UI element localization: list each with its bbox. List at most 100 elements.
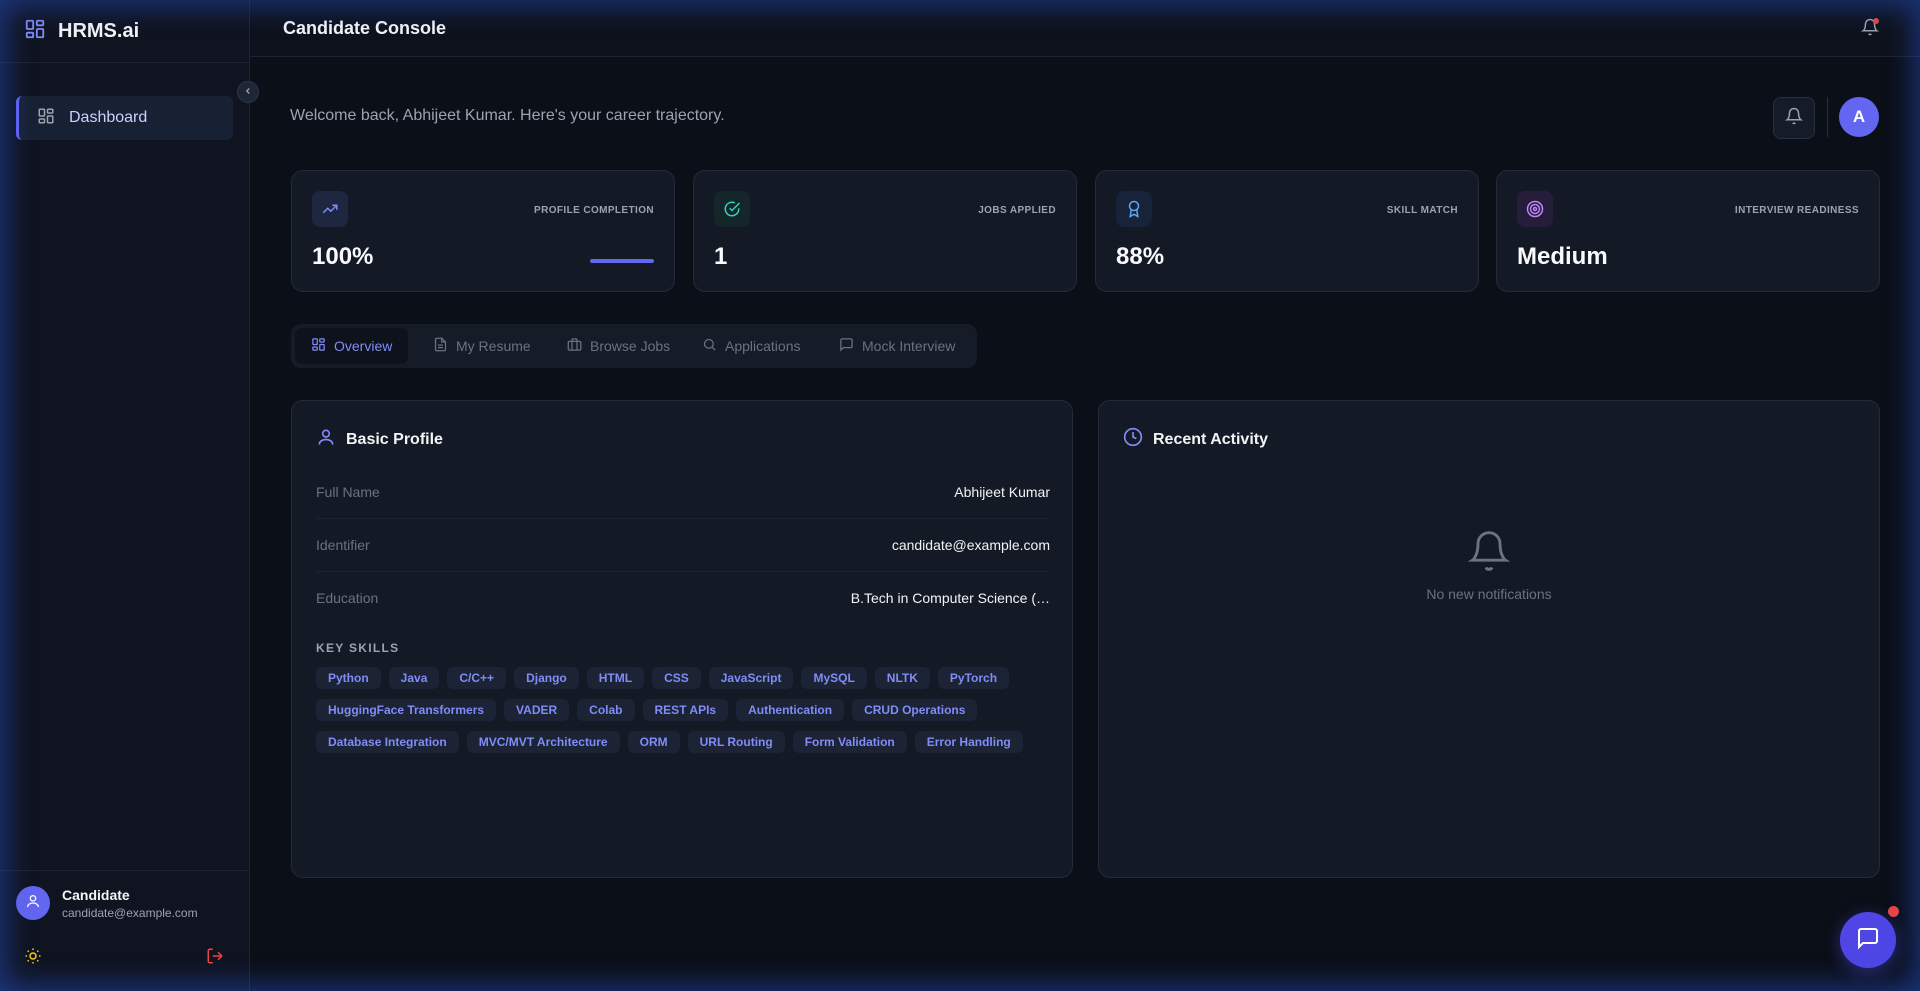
collapse-sidebar-button[interactable] (237, 81, 259, 103)
skill-chip: Django (514, 667, 579, 689)
stat-card-jobs-applied: JOBS APPLIED 1 (693, 170, 1077, 292)
chat-button[interactable] (1840, 906, 1899, 968)
field-value: B.Tech in Computer Science (… (850, 590, 1050, 606)
sun-icon[interactable] (24, 947, 42, 970)
briefcase-icon (567, 337, 582, 355)
field-education: Education B.Tech in Computer Science (… (316, 572, 1050, 624)
skill-chip: C/C++ (447, 667, 507, 689)
stat-value: Medium (1517, 243, 1608, 270)
grid-icon (311, 337, 326, 355)
tab-label: Mock Interview (862, 338, 956, 354)
skills-list: Python Java C/C++ Django HTML CSS JavaScript My… (316, 667, 1056, 753)
stat-value: 100% (312, 243, 374, 270)
stat-label: PROFILE COMPLETION (534, 205, 654, 216)
profile-progress-bar (590, 259, 654, 263)
tab-mock-interview[interactable]: Mock Interview (823, 328, 971, 364)
panel-title-text: Basic Profile (346, 430, 443, 448)
brand[interactable]: HRMS.ai (0, 0, 249, 63)
chevron-left-icon (243, 83, 253, 101)
skill-chip: ORM (627, 731, 680, 753)
skill-chip: JavaScript (708, 667, 794, 689)
field-full-name: Full Name Abhijeet Kumar (316, 466, 1050, 519)
page-title: Candidate Console (283, 18, 447, 38)
notifications-bell-icon[interactable] (1860, 18, 1880, 41)
brand-name: HRMS.ai (58, 19, 140, 42)
field-label: Full Name (316, 484, 380, 500)
target-icon (1517, 191, 1553, 227)
trending-up-icon (312, 191, 348, 227)
avatar (16, 886, 50, 920)
bell-icon (1467, 531, 1511, 577)
tab-overview[interactable]: Overview (295, 328, 409, 364)
skill-chip: HTML (586, 667, 645, 689)
recent-activity-panel: Recent Activity No new notifications (1098, 400, 1880, 878)
basic-profile-panel: Basic Profile Full Name Abhijeet Kumar I… (291, 400, 1073, 878)
stat-card-skill-match: SKILL MATCH 88% (1095, 170, 1479, 292)
grid-logo-icon (24, 18, 46, 45)
tab-applications[interactable]: Applications (686, 328, 817, 364)
field-label: Identifier (316, 537, 370, 553)
user-profile[interactable]: Candidate candidate@example.com (16, 886, 198, 920)
profile-progress-fill (590, 259, 654, 263)
field-identifier: Identifier candidate@example.com (316, 519, 1050, 572)
sidebar-item-label: Dashboard (69, 109, 148, 126)
user-email: candidate@example.com (62, 905, 198, 920)
avatar[interactable]: A (1839, 97, 1879, 137)
panel-title-text: Recent Activity (1153, 430, 1268, 448)
skill-chip: Error Handling (914, 731, 1023, 753)
skill-chip: Java (388, 667, 440, 689)
empty-state: No new notifications (1099, 529, 1879, 602)
stat-label: JOBS APPLIED (978, 205, 1056, 216)
stat-label: INTERVIEW READINESS (1734, 205, 1859, 216)
field-label: Education (316, 590, 379, 606)
award-icon (1116, 191, 1152, 227)
field-value: candidate@example.com (891, 537, 1050, 553)
user-icon (25, 893, 41, 914)
skill-chip: Colab (577, 699, 635, 721)
logout-icon[interactable] (206, 947, 224, 970)
empty-state-text: No new notifications (1426, 586, 1552, 602)
user-icon (316, 427, 336, 452)
stat-value: 88% (1116, 243, 1165, 270)
skill-chip: MVC/MVT Architecture (466, 731, 620, 753)
clock-icon (1123, 427, 1143, 452)
user-name: Candidate (62, 886, 130, 903)
skill-chip: Database Integration (316, 731, 459, 753)
panel-title: Basic Profile (316, 427, 443, 452)
panel-title: Recent Activity (1123, 427, 1268, 452)
message-icon (839, 337, 854, 355)
skill-chip: URL Routing (687, 731, 785, 753)
skill-chip: VADER (504, 699, 570, 721)
welcome-message: Welcome back, Abhijeet Kumar. Here's you… (290, 107, 725, 124)
notifications-button[interactable] (1773, 97, 1815, 139)
tab-bar: Overview My Resume Browse Jobs Applicati… (291, 324, 977, 368)
header-divider (1827, 97, 1828, 137)
tab-label: Browse Jobs (590, 338, 671, 354)
field-value: Abhijeet Kumar (954, 484, 1050, 500)
bell-icon (1784, 107, 1804, 130)
sidebar-item-dashboard[interactable]: Dashboard (16, 96, 233, 140)
skill-chip: MySQL (801, 667, 867, 689)
skills-title: KEY SKILLS (316, 641, 400, 655)
check-circle-icon (714, 191, 750, 227)
skill-chip: NLTK (874, 667, 930, 689)
notification-dot (1888, 906, 1899, 917)
notification-dot (1873, 18, 1879, 24)
tab-my-resume[interactable]: My Resume (417, 328, 547, 364)
skill-chip: PyTorch (937, 667, 1010, 689)
skill-chip: Python (316, 667, 381, 689)
skill-chip: CSS (652, 667, 701, 689)
chat-icon (1856, 926, 1880, 955)
stat-card-profile-completion: PROFILE COMPLETION 100% (291, 170, 675, 292)
tab-label: My Resume (456, 338, 531, 354)
search-icon (702, 337, 717, 355)
stat-label: SKILL MATCH (1386, 205, 1458, 216)
dashboard-icon (37, 107, 55, 130)
tab-label: Overview (334, 338, 393, 354)
tab-browse-jobs[interactable]: Browse Jobs (551, 328, 686, 364)
sidebar-footer-divider (0, 870, 250, 871)
sidebar: HRMS.ai Dashboard Candidate candidate@ex… (0, 0, 250, 991)
file-icon (433, 337, 448, 355)
skill-chip: Form Validation (792, 731, 907, 753)
stat-value: 1 (714, 243, 728, 270)
